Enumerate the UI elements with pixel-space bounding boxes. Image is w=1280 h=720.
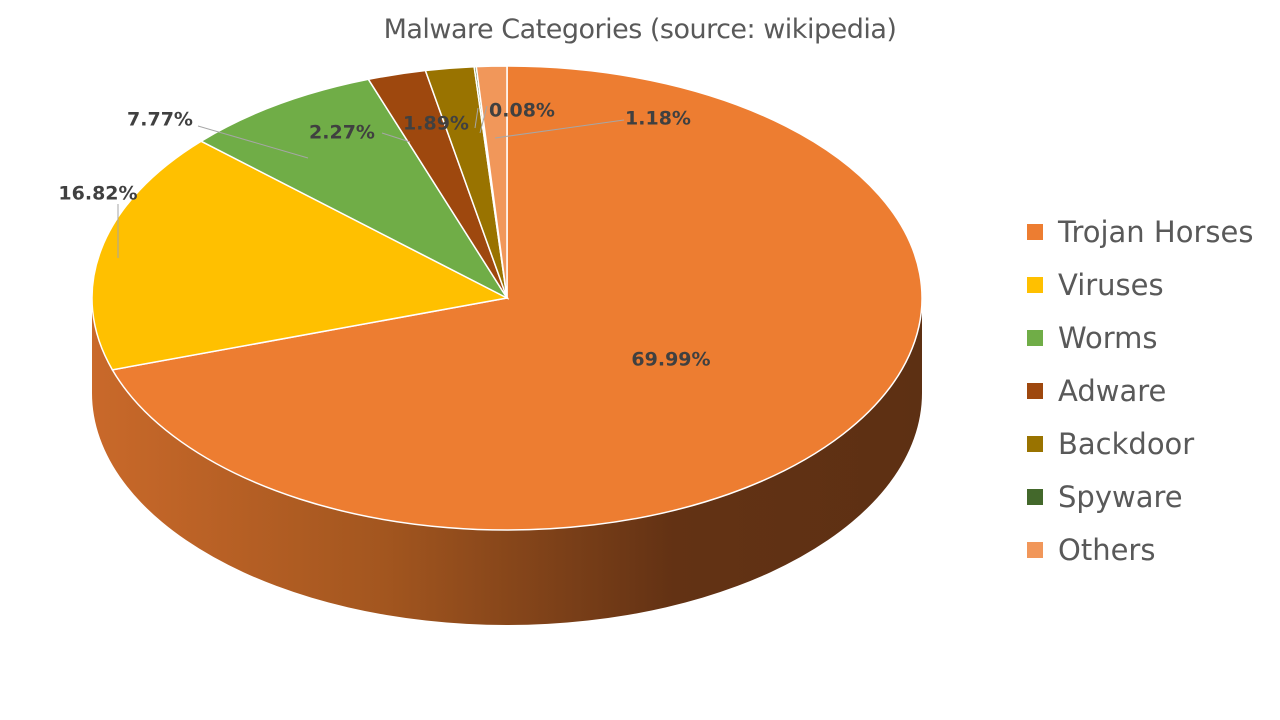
data-label-worms: 7.77% bbox=[127, 109, 193, 131]
legend-item-backdoor: Backdoor bbox=[1027, 417, 1253, 470]
data-label-viruses: 16.82% bbox=[58, 183, 137, 205]
data-label-spyware: 0.08% bbox=[489, 100, 555, 122]
legend-item-trojan-horses: Trojan Horses bbox=[1027, 205, 1253, 258]
legend-label-worms: Worms bbox=[1058, 320, 1158, 355]
data-label-backdoor: 1.89% bbox=[403, 113, 469, 135]
legend-swatch-worms bbox=[1027, 329, 1043, 346]
data-label-trojan-horses: 69.99% bbox=[631, 349, 710, 371]
legend-item-viruses: Viruses bbox=[1027, 258, 1253, 311]
legend-swatch-others bbox=[1027, 541, 1043, 558]
legend-swatch-adware bbox=[1027, 382, 1043, 399]
legend-swatch-trojan-horses bbox=[1027, 223, 1043, 240]
legend-label-adware: Adware bbox=[1058, 373, 1167, 408]
legend-swatch-backdoor bbox=[1027, 435, 1043, 452]
data-label-adware: 2.27% bbox=[309, 122, 375, 144]
legend: Trojan Horses Viruses Worms Adware Backdoor S… bbox=[1027, 205, 1253, 576]
legend-item-spyware: Spyware bbox=[1027, 470, 1253, 523]
legend-label-viruses: Viruses bbox=[1058, 267, 1164, 302]
data-label-others: 1.18% bbox=[625, 108, 691, 130]
legend-item-others: Others bbox=[1027, 523, 1253, 576]
legend-swatch-spyware bbox=[1027, 488, 1043, 505]
legend-label-trojan-horses: Trojan Horses bbox=[1058, 214, 1254, 249]
legend-label-spyware: Spyware bbox=[1058, 479, 1183, 514]
legend-item-adware: Adware bbox=[1027, 364, 1253, 417]
legend-item-worms: Worms bbox=[1027, 311, 1253, 364]
legend-label-backdoor: Backdoor bbox=[1058, 426, 1195, 461]
legend-label-others: Others bbox=[1058, 532, 1156, 567]
legend-swatch-viruses bbox=[1027, 276, 1043, 293]
